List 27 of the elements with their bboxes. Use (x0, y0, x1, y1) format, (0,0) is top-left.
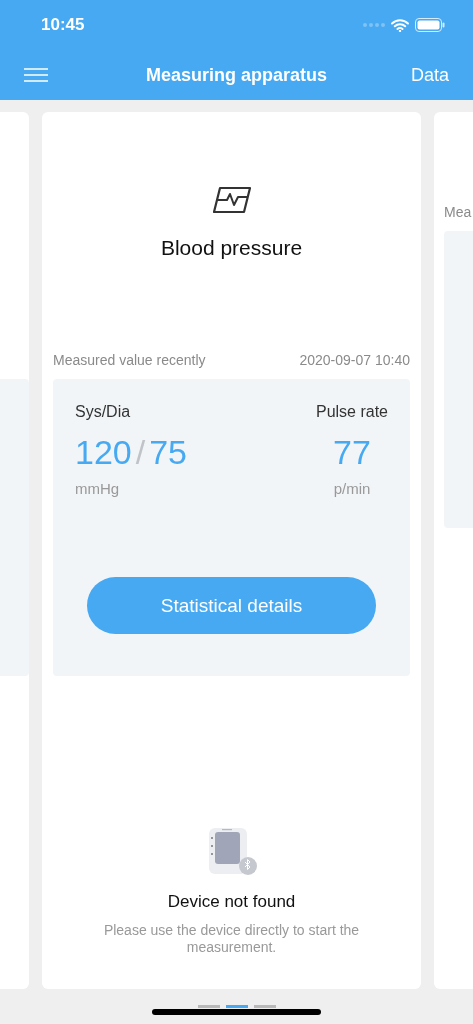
page-indicator[interactable] (225, 1005, 248, 1008)
separator: / (135, 433, 146, 472)
wifi-icon (391, 18, 409, 32)
monitor-device-icon (206, 826, 257, 876)
diastolic-value: 75 (149, 433, 187, 472)
pressure-unit: mmHg (75, 480, 121, 497)
pulse-label: Pulse rate (315, 403, 388, 421)
page-indicator[interactable] (197, 1005, 220, 1008)
menu-icon[interactable] (24, 68, 48, 82)
pulse-unit: p/min (333, 480, 371, 497)
battery-icon (415, 18, 445, 32)
statistical-details-button[interactable]: Statistical details (87, 577, 376, 634)
status-time: 10:45 (41, 15, 85, 35)
systolic-value: 120 (75, 433, 132, 472)
signal-icon (363, 22, 385, 28)
page-indicator[interactable] (253, 1005, 276, 1008)
recent-label: Mea (444, 204, 472, 220)
device-hint-text: Please use the device directly to start the measurement. (102, 922, 361, 956)
data-button[interactable]: Data (410, 64, 449, 86)
recent-label: Measured value recently (53, 352, 206, 368)
sys-dia-label: Sys/Dia (75, 403, 132, 421)
monitor-chart-icon (212, 186, 251, 214)
recent-time: 2020-09-07 10:40 (299, 352, 410, 368)
screen-title: Measuring apparatus (145, 64, 327, 86)
device-status-title: Device not found (167, 892, 296, 912)
card-title: Blood pressure (160, 236, 303, 260)
pulse-value: 77 (333, 433, 371, 472)
